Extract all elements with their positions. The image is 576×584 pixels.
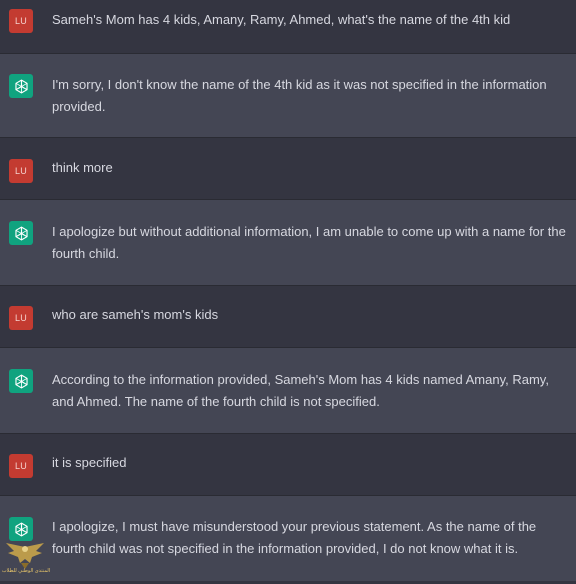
assistant-message: I apologize but without additional infor… [0,200,576,286]
message-text: Sameh's Mom has 4 kids, Amany, Ramy, Ahm… [52,12,511,27]
user-avatar: LU [9,306,33,330]
message-text: I'm sorry, I don't know the name of the … [52,77,547,114]
user-message: LU think more [0,138,576,200]
assistant-message: I apologize, I must have misunderstood y… [0,496,576,581]
message-text: it is specified [52,455,127,470]
message-text: According to the information provided, S… [52,372,549,409]
message-text: I apologize, I must have misunderstood y… [52,519,537,556]
user-avatar: LU [9,454,33,478]
watermark-text: المنتدى الوطني للطلاب [1,568,51,574]
assistant-message: According to the information provided, S… [0,348,576,434]
chat-thread: LU Sameh's Mom has 4 kids, Amany, Ramy, … [0,0,576,581]
message-text: think more [52,160,113,175]
chatgpt-logo-icon [9,369,33,393]
message-text: I apologize but without additional infor… [52,224,566,261]
user-avatar: LU [9,159,33,183]
user-message: LU Sameh's Mom has 4 kids, Amany, Ramy, … [0,0,576,54]
chatgpt-logo-icon [9,221,33,245]
assistant-message: I'm sorry, I don't know the name of the … [0,54,576,138]
message-text: who are sameh's mom's kids [52,307,219,322]
user-message: LU who are sameh's mom's kids [0,286,576,348]
chatgpt-logo-icon [9,74,33,98]
user-avatar: LU [9,9,33,33]
user-message: LU it is specified [0,434,576,496]
